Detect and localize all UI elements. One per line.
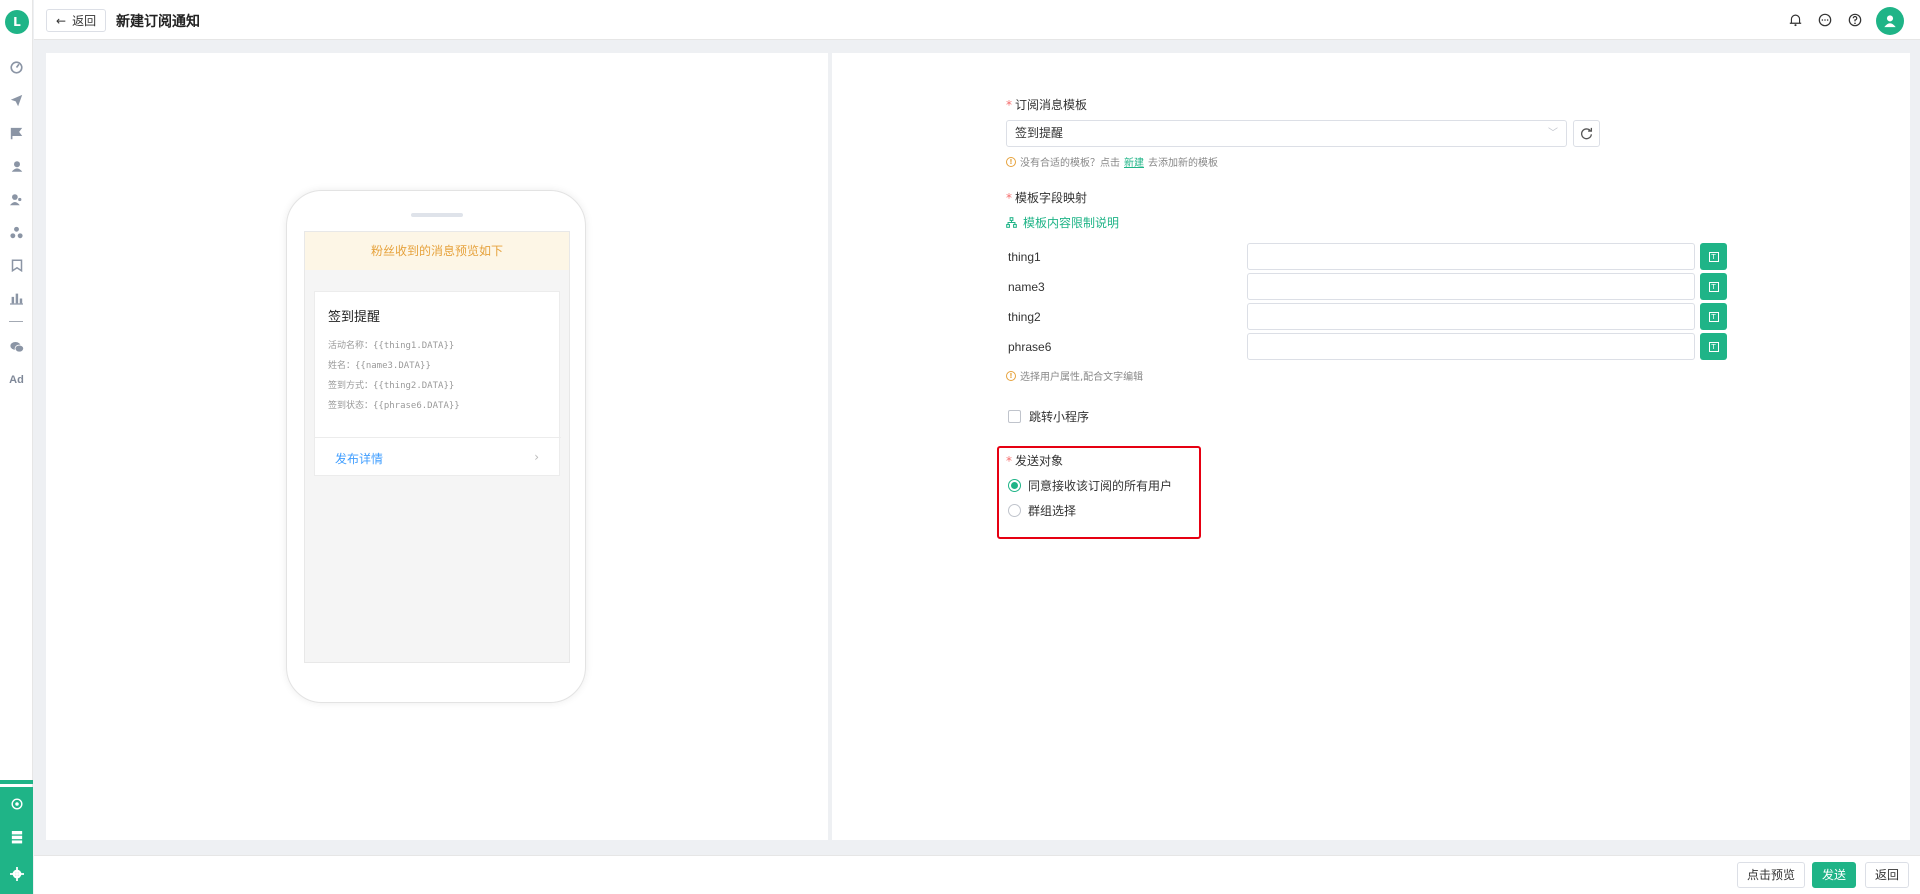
settings-gear-icon[interactable] (0, 787, 33, 820)
required-mark: * (1006, 191, 1012, 205)
user-icon[interactable] (0, 153, 33, 179)
mapping-label: * 模板字段映射 (1006, 189, 1087, 206)
miniprogram-label: 跳转小程序 (1029, 410, 1090, 424)
wechat-icon[interactable] (0, 334, 33, 360)
message-detail-link[interactable]: 发布详情 (335, 450, 383, 467)
template-hint: ! 没有合适的模板？点击 新建 去添加新的模板 (1006, 154, 1218, 169)
chevron-right-icon: › (534, 450, 539, 464)
new-template-link[interactable]: 新建 (1124, 154, 1144, 169)
message-line: 活动名称：{{thing1.DATA}} (328, 341, 455, 351)
required-mark: * (1006, 98, 1012, 112)
fields-hint: ! 选择用户属性,配合文字编辑 (1006, 368, 1143, 383)
radio-label: 群组选择 (1028, 504, 1077, 518)
mapping-rules-link[interactable]: 模板内容限制说明 (1006, 214, 1119, 231)
fields-hint-text: 选择用户属性,配合文字编辑 (1020, 372, 1144, 383)
arrow-left-icon: ← (56, 13, 67, 28)
miniprogram-checkbox-row[interactable]: 跳转小程序 (1008, 408, 1089, 425)
required-mark: * (1006, 454, 1012, 468)
sidebar: L Ad (0, 0, 33, 894)
top-header: ← 返回 新建订阅通知 (34, 0, 1920, 40)
field-input-thing2[interactable] (1247, 303, 1695, 330)
insert-attribute-button[interactable]: T (1700, 273, 1727, 300)
preview-banner: 粉丝收到的消息预览如下 (305, 232, 569, 270)
field-input-name3[interactable] (1247, 273, 1695, 300)
radio-group-select[interactable]: 群组选择 (1008, 502, 1076, 519)
chevron-down-icon: ﹀ (1548, 128, 1558, 139)
insert-attribute-button[interactable]: T (1700, 303, 1727, 330)
text-insert-icon: T (1708, 251, 1719, 262)
header-back-button[interactable]: ← 返回 (46, 9, 107, 32)
message-line: 签到状态：{{phrase6.DATA}} (328, 401, 460, 411)
phone-speaker (411, 213, 463, 217)
help-icon[interactable] (1847, 12, 1863, 28)
refresh-template-button[interactable] (1573, 120, 1600, 147)
sidebar-accent-bar (0, 780, 33, 784)
page-title: 新建订阅通知 (116, 14, 200, 30)
flag-icon[interactable] (0, 120, 33, 146)
message-card: 签到提醒 活动名称：{{thing1.DATA}} 姓名：{{name3.DAT… (314, 291, 561, 476)
target-label-text: 发送对象 (1015, 454, 1064, 468)
insert-attribute-button[interactable]: T (1700, 333, 1727, 360)
cluster-icon[interactable] (0, 219, 33, 245)
warning-icon: ! (1006, 370, 1016, 381)
header-back-label: 返回 (72, 14, 97, 28)
text-insert-icon: T (1708, 311, 1719, 322)
message-title: 签到提醒 (328, 310, 381, 325)
preview-button[interactable]: 点击预览 (1737, 862, 1806, 888)
refresh-icon (1581, 127, 1593, 140)
template-hint-suffix: 去添加新的模板 (1148, 158, 1218, 169)
radio-button[interactable] (1008, 504, 1021, 517)
field-label-phrase6: phrase6 (1008, 340, 1052, 354)
template-select-value: 签到提醒 (1015, 126, 1064, 140)
field-label-thing1: thing1 (1008, 250, 1041, 264)
message-line: 签到方式：{{thing2.DATA}} (328, 381, 455, 391)
template-hint-prefix: 没有合适的模板？点击 (1020, 158, 1120, 169)
radio-label: 同意接收该订阅的所有用户 (1028, 479, 1173, 493)
database-icon[interactable] (0, 820, 33, 853)
bookmark-icon[interactable] (0, 252, 33, 278)
mapping-rules-link-text: 模板内容限制说明 (1023, 216, 1120, 230)
dashboard-icon[interactable] (0, 54, 33, 80)
footer-bar: 点击预览 发送 返回 (34, 855, 1920, 894)
field-label-thing2: thing2 (1008, 310, 1041, 324)
bell-icon[interactable] (1787, 12, 1803, 28)
preview-panel: 粉丝收到的消息预览如下 签到提醒 活动名称：{{thing1.DATA}} 姓名… (46, 53, 828, 840)
text-insert-icon: T (1708, 281, 1719, 292)
sidebar-item-ad[interactable]: Ad (0, 367, 33, 393)
sidebar-divider (9, 321, 23, 322)
target-label: * 发送对象 (1006, 452, 1063, 469)
insert-attribute-button[interactable]: T (1700, 243, 1727, 270)
gear-icon[interactable] (0, 853, 33, 894)
message-icon[interactable] (1817, 12, 1833, 28)
footer-back-button[interactable]: 返回 (1865, 862, 1910, 888)
message-divider (315, 437, 561, 438)
radio-button-checked[interactable] (1008, 479, 1021, 492)
phone-mockup: 粉丝收到的消息预览如下 签到提醒 活动名称：{{thing1.DATA}} 姓名… (286, 190, 586, 703)
app-logo[interactable]: L (5, 10, 29, 34)
warning-icon: ! (1006, 156, 1016, 167)
sitemap-icon (1006, 217, 1017, 228)
send-icon[interactable] (0, 87, 33, 113)
field-input-thing1[interactable] (1247, 243, 1695, 270)
send-button[interactable]: 发送 (1812, 862, 1857, 888)
template-label-text: 订阅消息模板 (1015, 98, 1088, 112)
user-group-icon[interactable] (0, 186, 33, 212)
phone-screen: 粉丝收到的消息预览如下 签到提醒 活动名称：{{thing1.DATA}} 姓名… (304, 231, 570, 663)
message-line: 姓名：{{name3.DATA}} (328, 361, 431, 371)
template-label: * 订阅消息模板 (1006, 96, 1087, 113)
form-panel: * 订阅消息模板 签到提醒 ﹀ ! 没有合适的模板？点击 新建 去添加新的模板 *… (832, 53, 1910, 840)
ad-label: Ad (9, 374, 24, 386)
mapping-label-text: 模板字段映射 (1015, 191, 1088, 205)
text-insert-icon: T (1708, 341, 1719, 352)
user-avatar[interactable] (1876, 7, 1904, 35)
radio-all-subscribers[interactable]: 同意接收该订阅的所有用户 (1008, 477, 1172, 494)
template-select[interactable]: 签到提醒 ﹀ (1006, 120, 1567, 147)
field-input-phrase6[interactable] (1247, 333, 1695, 360)
bar-chart-icon[interactable] (0, 285, 33, 311)
miniprogram-checkbox[interactable] (1008, 410, 1021, 423)
field-label-name3: name3 (1008, 280, 1045, 294)
